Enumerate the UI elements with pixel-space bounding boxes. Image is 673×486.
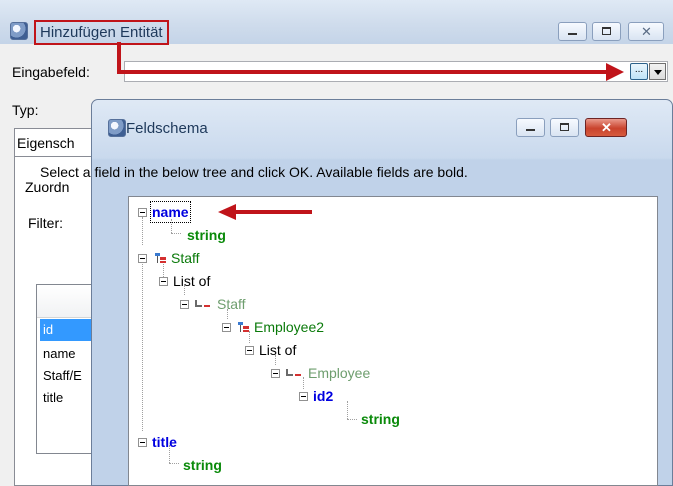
input-field-label: Eingabefeld: [12, 64, 90, 80]
window-title: Hinzufügen Entität [34, 20, 169, 45]
tree-node-staff-element[interactable]: Staff [217, 295, 246, 313]
tree-node-name-type[interactable]: string [187, 226, 226, 244]
tree-line [347, 401, 348, 419]
tree-node-employee2[interactable]: Employee2 [254, 318, 324, 336]
maximize-icon [602, 27, 611, 35]
close-button[interactable]: ✕ [628, 22, 664, 41]
field-tree[interactable]: name string Staff List of Staff Employee… [128, 196, 658, 486]
dialog-instruction: Select a field in the below tree and cli… [40, 164, 468, 180]
tree-node-title[interactable]: title [152, 433, 177, 451]
dialog-minimize-button[interactable] [516, 118, 545, 137]
tree-line [303, 377, 304, 389]
minimize-icon [526, 129, 535, 131]
minimize-icon [568, 33, 577, 35]
collapse-toggle[interactable] [271, 369, 280, 378]
title-bar: Hinzufügen Entität ✕ [0, 0, 673, 45]
collapse-toggle[interactable] [159, 277, 168, 286]
type-label: Typ: [12, 102, 39, 118]
dropdown-arrow-icon[interactable] [649, 63, 666, 80]
dialog-maximize-button[interactable] [550, 118, 579, 137]
browse-button[interactable]: ... [630, 63, 648, 80]
collapse-toggle[interactable] [138, 438, 147, 447]
element-icon-mark [204, 305, 210, 307]
close-icon: ✕ [641, 24, 652, 39]
filter-label: Filter: [28, 215, 63, 231]
collapse-toggle[interactable] [180, 300, 189, 309]
element-icon [195, 300, 202, 307]
tree-node-id2[interactable]: id2 [313, 387, 333, 405]
tree-node-list-of[interactable]: List of [173, 272, 210, 290]
tree-node-staff[interactable]: Staff [171, 249, 200, 267]
tree-line [249, 331, 250, 343]
close-icon: ✕ [601, 120, 612, 135]
dialog-close-button[interactable]: ✕ [585, 118, 627, 137]
minimize-button[interactable] [558, 22, 587, 41]
tree-node-employee[interactable]: Employee [308, 364, 370, 382]
collapse-toggle[interactable] [138, 254, 147, 263]
element-icon-mark [295, 374, 301, 376]
tree-node-name[interactable]: name [150, 201, 191, 223]
element-icon [286, 369, 293, 376]
collapse-toggle[interactable] [299, 392, 308, 401]
tree-line [171, 233, 181, 234]
tab-properties[interactable]: Eigensch [17, 135, 75, 151]
collapse-toggle[interactable] [222, 323, 231, 332]
maximize-button[interactable] [592, 22, 621, 41]
maximize-icon [560, 123, 569, 131]
collapse-toggle[interactable] [138, 208, 147, 217]
tree-line [169, 463, 179, 464]
dialog-app-icon [108, 119, 126, 137]
app-icon [10, 22, 28, 40]
tree-line [142, 261, 143, 431]
complex-type-icon [155, 253, 167, 263]
complex-type-icon [238, 322, 250, 332]
mapping-label: Zuordn [25, 179, 70, 195]
tree-line [171, 219, 172, 233]
dialog-title: Feldschema [126, 120, 208, 137]
collapse-toggle[interactable] [245, 346, 254, 355]
tree-node-id2-type[interactable]: string [361, 410, 400, 428]
tree-node-title-type[interactable]: string [183, 456, 222, 474]
tree-line [347, 419, 357, 420]
tree-line [142, 217, 143, 245]
tree-node-list-of-2[interactable]: List of [259, 341, 296, 359]
